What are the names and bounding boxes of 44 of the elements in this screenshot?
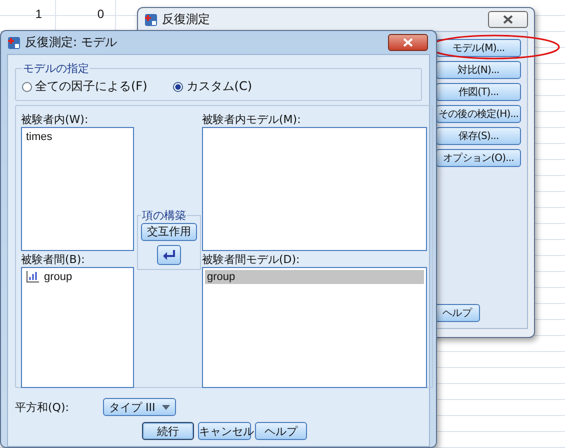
dropdown[interactable]: 交互作用	[141, 223, 197, 241]
list-item[interactable]: times	[24, 130, 131, 144]
field-label: 平方和(Q):	[15, 400, 70, 414]
table-cell-text: 1	[34, 7, 42, 21]
field-label: 被験者間モデル(D):	[202, 252, 301, 267]
help-button[interactable]: ヘルプ	[434, 304, 480, 322]
close-icon	[403, 38, 413, 47]
window-title: 反復測定: モデル	[25, 34, 117, 51]
group-title: 項の構築	[141, 208, 187, 223]
close-button[interactable]	[488, 11, 528, 28]
caret-icon	[162, 404, 170, 410]
close-button[interactable]	[388, 34, 428, 51]
scale-icon	[26, 271, 39, 283]
group-title: モデルの指定	[22, 61, 90, 76]
field-label: 被験者内(W):	[21, 112, 90, 127]
dialog-button[interactable]: 続行	[142, 422, 194, 440]
field-label: 被験者間(B):	[21, 252, 86, 267]
app-icon	[7, 36, 21, 50]
list-box[interactable]: times	[21, 127, 134, 251]
window-title: 反復測定	[162, 11, 210, 28]
item-label: group	[44, 271, 72, 283]
list-box[interactable]: group	[202, 267, 427, 388]
dialog-button[interactable]: 保存(S)...	[436, 127, 521, 145]
move-button[interactable]	[157, 244, 181, 265]
radio-button[interactable]: 全ての因子による(F)	[22, 78, 148, 95]
list-box[interactable]: group	[21, 267, 134, 388]
radio-icon[interactable]	[22, 82, 32, 92]
list-box[interactable]	[202, 127, 427, 251]
dialog-button[interactable]: ヘルプ	[255, 422, 307, 440]
dialog-button[interactable]: モデル(M)...	[436, 39, 521, 57]
field-label: 被験者内モデル(M):	[202, 112, 302, 127]
dialog-button[interactable]: 作図(T)...	[436, 83, 521, 101]
radio-icon[interactable]	[173, 82, 184, 92]
dialog-button[interactable]: その後の検定(H)...	[436, 105, 521, 123]
app-icon	[144, 12, 158, 26]
dropdown[interactable]: タイプ III	[103, 398, 176, 416]
list-item[interactable]: group	[24, 270, 131, 284]
close-icon	[503, 15, 513, 24]
dialog-button[interactable]: オプション(O)...	[436, 149, 521, 167]
table-cell-text: 0	[96, 7, 104, 21]
list-item[interactable]: group	[205, 270, 424, 284]
dialog-button[interactable]: 対比(N)...	[436, 61, 521, 79]
arrow-icon	[163, 250, 175, 260]
radio-button[interactable]: カスタム(C)	[173, 78, 252, 95]
